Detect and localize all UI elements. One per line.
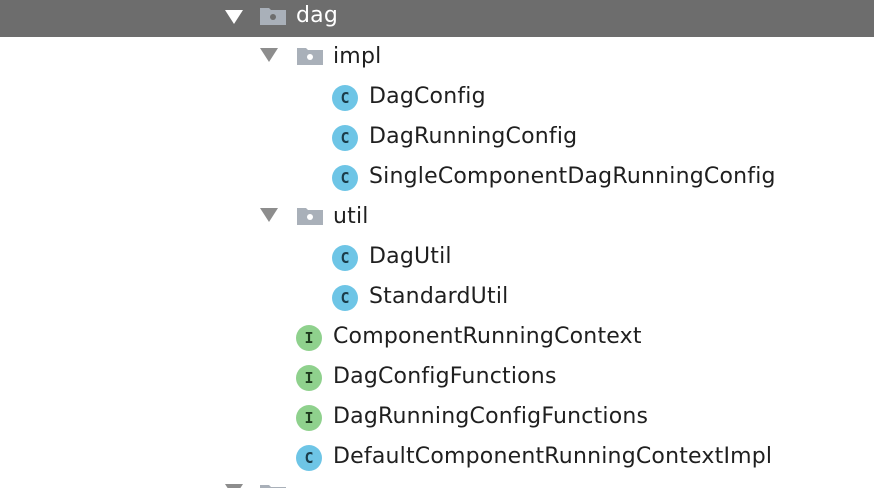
tree-node-class[interactable]: C DagConfig — [0, 77, 874, 117]
class-c-icon: C — [332, 245, 358, 271]
tree-node-label: ComponentRunningContext — [333, 324, 642, 349]
tree-node-label: DagUtil — [369, 244, 452, 269]
tree-node-partial[interactable] — [0, 478, 874, 488]
tree-node-dag[interactable]: dag — [0, 0, 874, 37]
package-folder-icon — [259, 483, 287, 488]
tree-node-label: SingleComponentDagRunningConfig — [369, 164, 776, 189]
tree-node-label: DefaultComponentRunningContextImpl — [333, 444, 773, 469]
tree-node-class[interactable]: C SingleComponentDagRunningConfig — [0, 157, 874, 197]
class-c-icon: C — [332, 285, 358, 311]
package-folder-icon — [296, 206, 324, 226]
package-folder-icon — [296, 46, 324, 66]
tree-node-class[interactable]: C DefaultComponentRunningContextImpl — [0, 437, 874, 477]
tree-node-util[interactable]: util — [0, 197, 874, 237]
tree-node-interface[interactable]: I DagConfigFunctions — [0, 357, 874, 397]
tree-node-interface[interactable]: I ComponentRunningContext — [0, 317, 874, 357]
tree-node-class[interactable]: C DagUtil — [0, 237, 874, 277]
tree-node-label: dag — [296, 3, 339, 28]
tree-node-label: impl — [333, 44, 382, 69]
tree-node-label: DagConfig — [369, 84, 486, 109]
tree-node-label: StandardUtil — [369, 284, 509, 309]
interface-i-icon: I — [296, 405, 322, 431]
class-c-icon: C — [296, 445, 322, 471]
expand-arrow-icon[interactable] — [260, 208, 278, 222]
interface-i-icon: I — [296, 325, 322, 351]
tree-node-label: DagRunningConfigFunctions — [333, 404, 649, 429]
expand-arrow-icon[interactable] — [225, 10, 243, 24]
tree-node-class[interactable]: C DagRunningConfig — [0, 117, 874, 157]
interface-i-icon: I — [296, 365, 322, 391]
tree-node-interface[interactable]: I DagRunningConfigFunctions — [0, 397, 874, 437]
package-folder-icon — [259, 6, 287, 26]
expand-arrow-icon[interactable] — [225, 484, 243, 488]
project-tree: dag impl C DagConfig C DagRunningConfig … — [0, 0, 874, 488]
tree-node-label: util — [333, 204, 369, 229]
tree-node-impl[interactable]: impl — [0, 37, 874, 77]
class-c-icon: C — [332, 85, 358, 111]
class-c-icon: C — [332, 165, 358, 191]
tree-node-label: DagRunningConfig — [369, 124, 578, 149]
expand-arrow-icon[interactable] — [260, 48, 278, 62]
class-c-icon: C — [332, 125, 358, 151]
tree-node-label: DagConfigFunctions — [333, 364, 557, 389]
tree-node-class[interactable]: C StandardUtil — [0, 277, 874, 317]
